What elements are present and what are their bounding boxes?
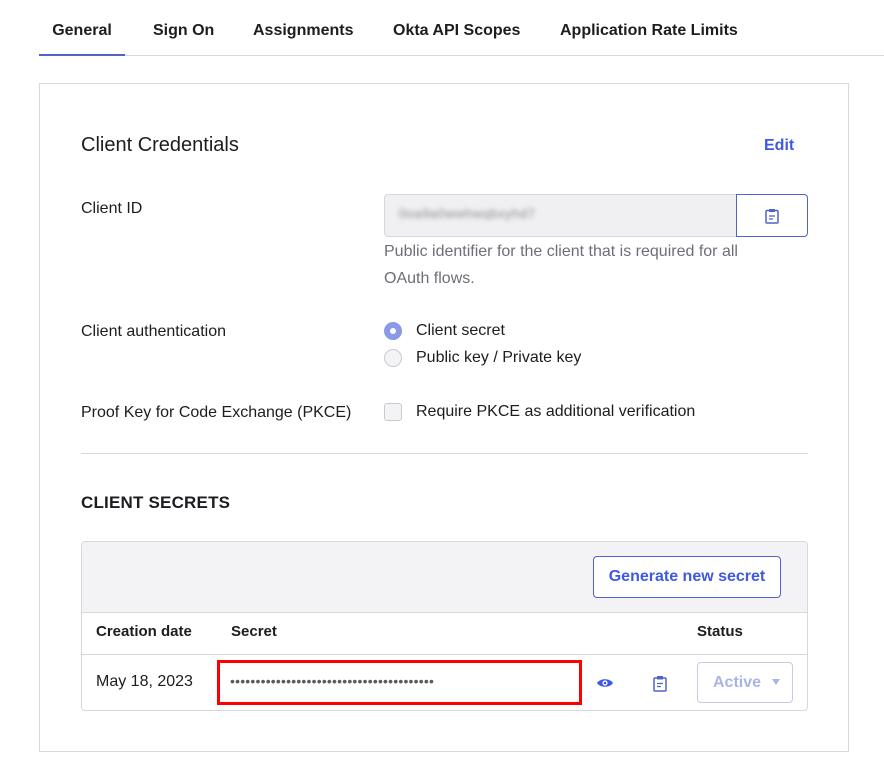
pkce-checkbox-label: Require PKCE as additional verification (416, 403, 696, 420)
status-dropdown[interactable]: Active (697, 662, 793, 703)
copy-secret-button[interactable] (650, 672, 670, 694)
chevron-down-icon (772, 679, 780, 685)
client-id-help-text: Public identifier for the client that is… (384, 243, 738, 287)
client-credentials-panel: Client Credentials Edit Client ID 0oa9a0… (39, 83, 849, 752)
radio-button[interactable] (384, 349, 402, 367)
pkce-label: Proof Key for Code Exchange (PKCE) (81, 404, 352, 421)
radio-client-secret-label: Client secret (416, 322, 505, 339)
copy-client-id-button[interactable] (736, 194, 808, 237)
header-divider (82, 654, 807, 655)
column-header-status: Status (697, 623, 743, 640)
tab-sign-on[interactable]: Sign On (153, 0, 214, 56)
status-value: Active (713, 673, 762, 691)
tab-okta-api-scopes[interactable]: Okta API Scopes (393, 0, 520, 56)
secret-field[interactable]: •••••••••••••••••••••••••••••••••••••••• (230, 673, 570, 689)
eye-icon (597, 679, 613, 687)
client-secrets-heading: CLIENT SECRETS (81, 493, 231, 512)
clipboard-icon (765, 208, 779, 224)
creation-date-cell: May 18, 2023 (96, 673, 193, 690)
secrets-toolbar: Generate new secret (82, 542, 807, 613)
column-header-creation-date: Creation date (96, 623, 192, 640)
section-heading: Client Credentials (81, 134, 239, 156)
reveal-secret-button[interactable] (595, 673, 615, 693)
radio-public-private-key[interactable]: Public key / Private key (384, 349, 581, 367)
radio-public-private-key-label: Public key / Private key (416, 349, 582, 366)
client-id-field[interactable]: 0oa9a0wwhwqbxyhd7 (384, 194, 737, 237)
edit-button[interactable]: Edit (764, 137, 794, 155)
radio-client-secret[interactable]: Client secret (384, 322, 505, 340)
tab-application-rate-limits[interactable]: Application Rate Limits (560, 0, 738, 56)
tab-general[interactable]: General (39, 0, 125, 56)
clipboard-icon (653, 675, 667, 692)
client-id-label: Client ID (81, 200, 143, 217)
column-header-secret: Secret (231, 623, 277, 640)
secret-field-highlight: •••••••••••••••••••••••••••••••••••••••• (217, 660, 582, 705)
pkce-checkbox[interactable] (384, 403, 402, 421)
client-id-value: 0oa9a0wwhwqbxyhd7 (399, 206, 536, 221)
client-secrets-table: Generate new secret Creation date Secret… (81, 541, 808, 711)
tab-assignments[interactable]: Assignments (253, 0, 353, 56)
generate-new-secret-button[interactable]: Generate new secret (593, 556, 781, 598)
tab-bar: General Sign On Assignments Okta API Sco… (39, 0, 884, 56)
pkce-checkbox-row[interactable]: Require PKCE as additional verification (384, 403, 695, 421)
section-divider (81, 453, 808, 454)
radio-button-selected[interactable] (384, 322, 402, 340)
client-authentication-label: Client authentication (81, 323, 226, 340)
